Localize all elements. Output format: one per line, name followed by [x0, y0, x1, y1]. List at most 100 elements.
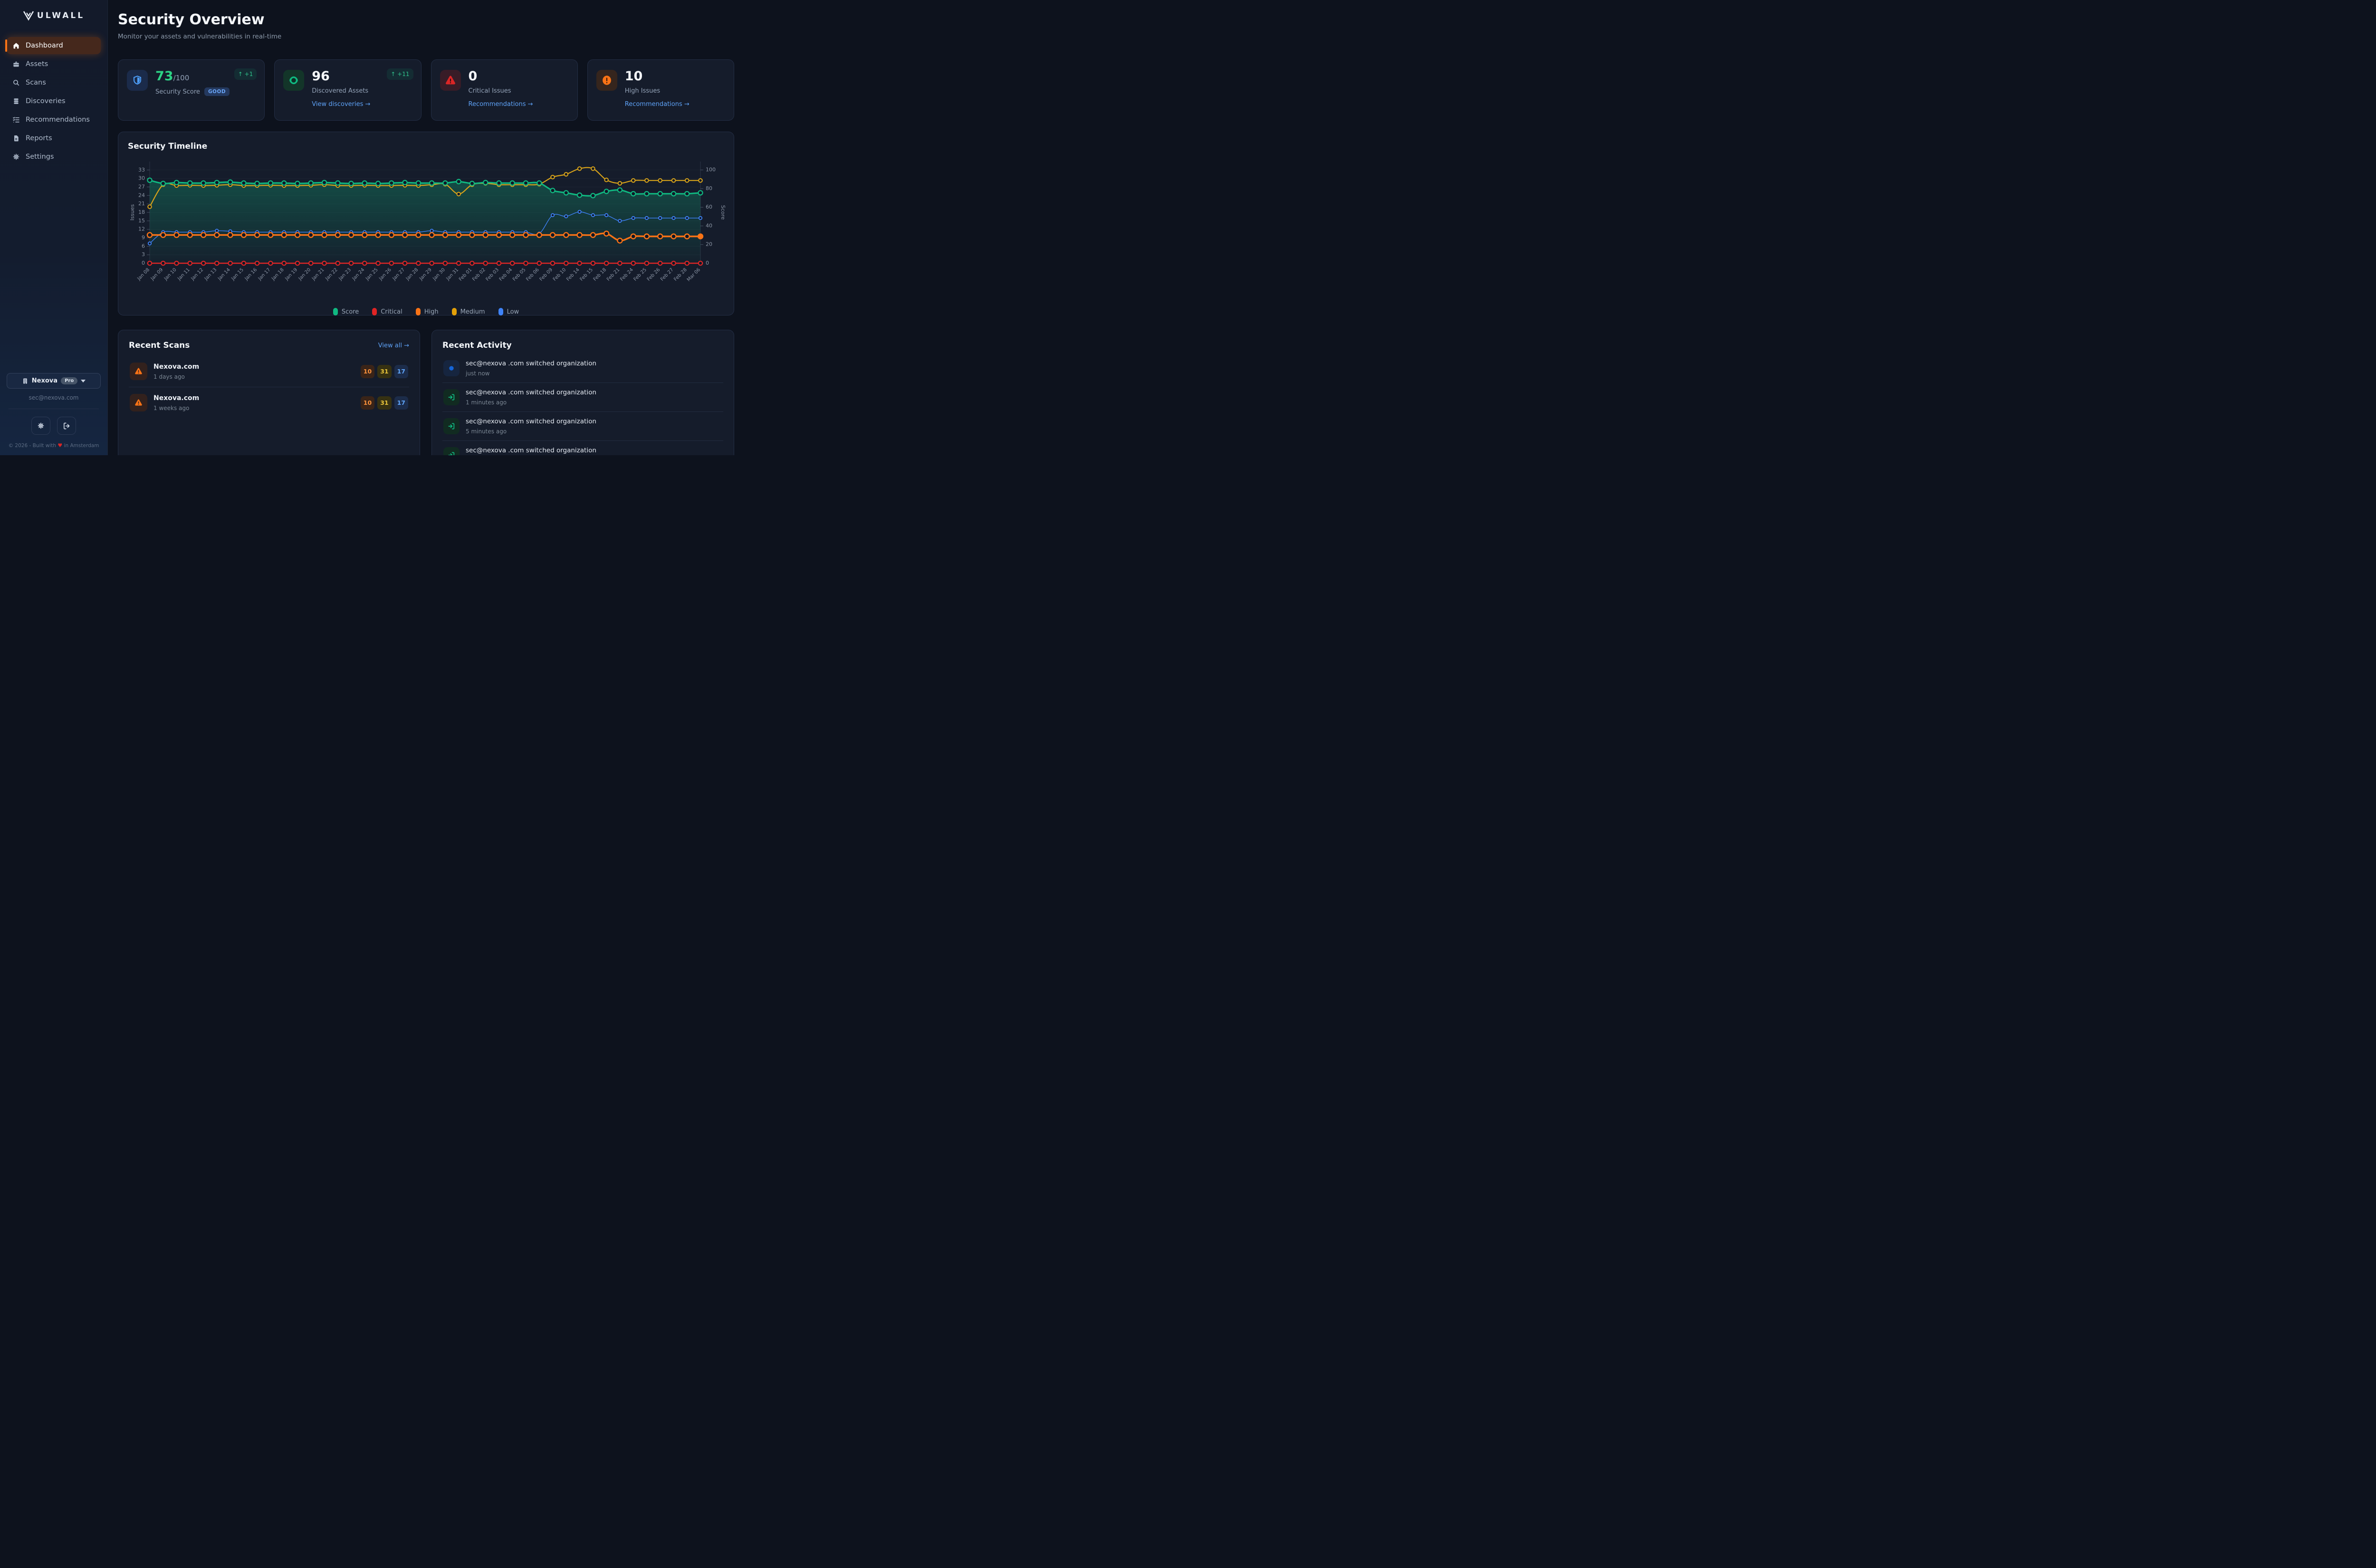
- legend-item-high[interactable]: High: [416, 308, 439, 316]
- svg-text:Feb 15: Feb 15: [579, 267, 594, 282]
- legend-item-medium[interactable]: Medium: [452, 308, 485, 316]
- logo-mark-icon: [23, 10, 34, 21]
- svg-text:Jan 09: Jan 09: [150, 267, 164, 282]
- medium-count-badge: 31: [377, 365, 391, 378]
- sidebar-item-reports[interactable]: Reports: [7, 130, 101, 147]
- svg-text:6: 6: [142, 243, 145, 249]
- legend-swatch: [498, 308, 503, 316]
- svg-text:Feb 09: Feb 09: [539, 267, 554, 282]
- stat-cards-row: 73/100Security ScoreGOOD↑ +196Discovered…: [118, 59, 734, 121]
- main-content: Security Overview Monitor your assets an…: [108, 0, 745, 455]
- svg-text:3: 3: [142, 251, 145, 258]
- legend-label: Score: [342, 308, 359, 316]
- svg-text:15: 15: [138, 218, 145, 224]
- svg-text:Feb 14: Feb 14: [565, 267, 581, 282]
- activity-text: sec@nexova .com switched organization: [466, 418, 596, 425]
- sidebar-footer: © 2026 - Built with ♥ in Amsterdam: [7, 442, 101, 449]
- shield-icon: [127, 70, 148, 91]
- delta-badge: ↑ +11: [387, 68, 413, 80]
- page-subtitle: Monitor your assets and vulnerabilities …: [118, 33, 734, 40]
- svg-text:Mar 06: Mar 06: [686, 267, 701, 282]
- critical-triangle-icon: [440, 70, 461, 91]
- sidebar-item-recommendations[interactable]: Recommendations: [7, 111, 101, 128]
- svg-text:0: 0: [706, 260, 709, 266]
- brand-logo: ULWALL: [7, 10, 101, 21]
- stat-label: High Issues: [625, 87, 660, 95]
- svg-text:21: 21: [138, 201, 145, 207]
- settings-button[interactable]: [31, 417, 50, 435]
- stat-label: Security Score: [155, 88, 200, 96]
- sidebar-item-discoveries[interactable]: Discoveries: [7, 93, 101, 110]
- svg-text:33: 33: [138, 167, 145, 173]
- svg-text:Jan 31: Jan 31: [445, 267, 460, 282]
- legend-item-score[interactable]: Score: [333, 308, 359, 316]
- activity-row: sec@nexova .com switched organizationjus…: [442, 354, 723, 382]
- low-count-badge: 17: [394, 396, 408, 410]
- briefcase-icon: [12, 60, 20, 68]
- legend-item-critical[interactable]: Critical: [372, 308, 402, 316]
- heart-icon: ♥: [57, 442, 62, 449]
- activity-time: just now: [466, 370, 596, 377]
- view-all-scans-link[interactable]: View all →: [378, 342, 409, 349]
- sidebar-item-dashboard[interactable]: Dashboard: [7, 37, 101, 54]
- logout-icon: [63, 422, 71, 430]
- svg-text:Jan 16: Jan 16: [244, 267, 259, 282]
- svg-text:Feb 06: Feb 06: [525, 267, 540, 282]
- stat-card-critical-issues: 0Critical IssuesRecommendations →: [431, 59, 578, 121]
- svg-text:Jan 27: Jan 27: [392, 267, 406, 282]
- legend-swatch: [333, 308, 338, 316]
- sidebar-item-label: Scans: [26, 79, 46, 86]
- stat-card-link[interactable]: Recommendations →: [625, 101, 690, 108]
- svg-text:Jan 17: Jan 17: [257, 267, 272, 282]
- svg-text:Jan 20: Jan 20: [297, 267, 312, 282]
- high-alert-icon: [596, 70, 617, 91]
- svg-text:Feb 05: Feb 05: [512, 267, 527, 282]
- stat-card-link[interactable]: Recommendations →: [469, 101, 533, 108]
- logout-button[interactable]: [57, 417, 76, 435]
- delta-badge: ↑ +1: [234, 68, 257, 80]
- svg-text:Jan 18: Jan 18: [270, 267, 285, 282]
- recent-scans-panel: Recent Scans View all → Nexova.com1 days…: [118, 330, 420, 455]
- scan-row[interactable]: Nexova.com1 days ago103117: [129, 356, 409, 387]
- recent-activity-panel: Recent Activity sec@nexova .com switched…: [431, 330, 734, 455]
- dot-circle-icon: [443, 360, 460, 376]
- sidebar-item-settings[interactable]: Settings: [7, 148, 101, 165]
- org-selector-button[interactable]: Nexova Pro: [7, 373, 101, 389]
- scan-warning-icon: [130, 394, 147, 411]
- sidebar: ULWALL DashboardAssetsScansDiscoveriesRe…: [0, 0, 108, 455]
- login-icon: [443, 389, 460, 405]
- svg-text:Feb 21: Feb 21: [606, 267, 621, 282]
- svg-text:Score: Score: [720, 205, 725, 220]
- scan-time: 1 weeks ago: [153, 405, 199, 411]
- report-icon: [12, 134, 20, 142]
- stat-card-link[interactable]: View discoveries →: [312, 101, 370, 108]
- sidebar-item-label: Dashboard: [26, 42, 63, 49]
- svg-text:18: 18: [138, 209, 145, 215]
- low-count-badge: 17: [394, 365, 408, 378]
- svg-text:12: 12: [138, 226, 145, 232]
- sidebar-item-label: Settings: [26, 153, 54, 161]
- svg-text:Jan 10: Jan 10: [163, 267, 178, 282]
- svg-text:Issues: Issues: [129, 204, 135, 220]
- svg-text:Feb 02: Feb 02: [471, 267, 487, 282]
- activity-text: sec@nexova .com switched organization: [466, 389, 596, 396]
- security-timeline-panel: Security Timeline 0369121518212427303302…: [118, 132, 734, 316]
- svg-text:Jan 22: Jan 22: [324, 267, 339, 282]
- svg-text:Jan 21: Jan 21: [311, 267, 326, 282]
- svg-text:9: 9: [142, 235, 145, 241]
- legend-item-low[interactable]: Low: [498, 308, 519, 316]
- sidebar-item-scans[interactable]: Scans: [7, 74, 101, 91]
- activity-time: 1 minutes ago: [466, 399, 596, 406]
- sidebar-item-assets[interactable]: Assets: [7, 56, 101, 73]
- scan-row[interactable]: Nexova.com1 weeks ago103117: [129, 387, 409, 418]
- svg-text:Jan 24: Jan 24: [351, 267, 366, 282]
- org-name: Nexova: [32, 377, 57, 384]
- stat-value: 96: [312, 69, 330, 84]
- search-icon: [12, 79, 20, 86]
- stat-value-suffix: /100: [173, 74, 190, 82]
- database-icon: [12, 97, 20, 105]
- brand-wordmark: ULWALL: [37, 11, 85, 20]
- svg-text:Jan 11: Jan 11: [176, 267, 191, 282]
- sidebar-item-label: Assets: [26, 60, 48, 68]
- chart-legend: Score Critical High Medium Low: [128, 308, 724, 316]
